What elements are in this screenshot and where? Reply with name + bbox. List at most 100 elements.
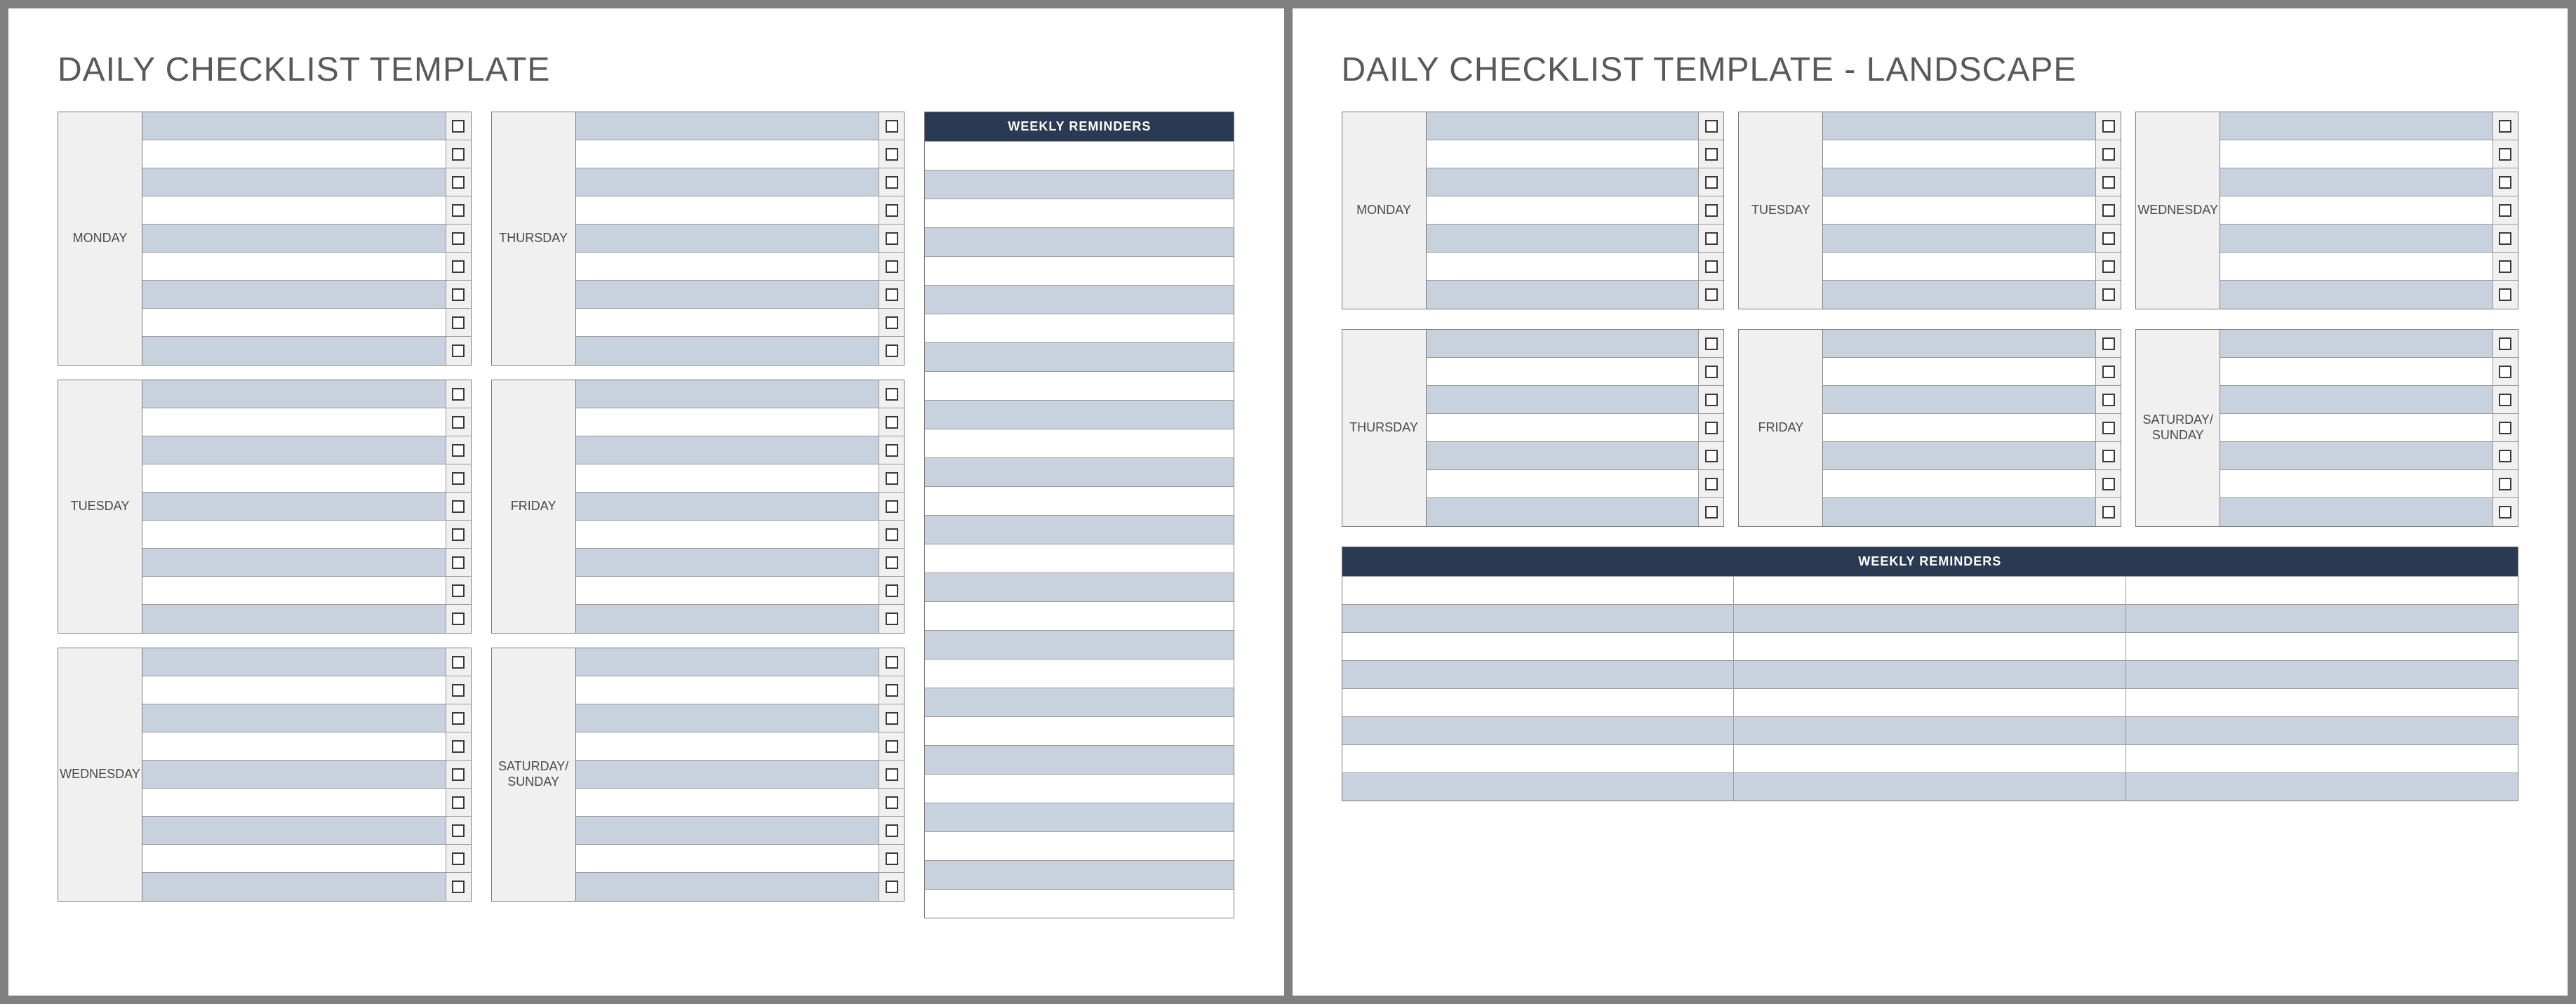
- task-cell[interactable]: [2220, 470, 2492, 497]
- task-cell[interactable]: [1823, 386, 2095, 413]
- checkbox-icon[interactable]: [2102, 506, 2115, 518]
- checkbox-icon[interactable]: [1705, 176, 1718, 189]
- checkbox-icon[interactable]: [2499, 176, 2511, 189]
- task-cell[interactable]: [1427, 225, 1699, 252]
- checkbox-icon[interactable]: [2499, 288, 2511, 301]
- checkbox-icon[interactable]: [452, 500, 465, 513]
- task-cell[interactable]: [1823, 414, 2095, 441]
- task-cell[interactable]: [142, 380, 446, 408]
- reminder-row[interactable]: [925, 400, 1234, 429]
- checkbox-icon[interactable]: [886, 556, 898, 569]
- task-cell[interactable]: [142, 648, 446, 676]
- reminder-row[interactable]: [925, 371, 1234, 400]
- reminder-cell[interactable]: [1342, 717, 1735, 744]
- task-cell[interactable]: [576, 168, 879, 196]
- checkbox-icon[interactable]: [2499, 120, 2511, 133]
- task-cell[interactable]: [576, 732, 879, 760]
- reminder-cell[interactable]: [1342, 577, 1735, 604]
- task-cell[interactable]: [2220, 225, 2492, 252]
- checkbox-icon[interactable]: [886, 344, 898, 357]
- checkbox-icon[interactable]: [886, 500, 898, 513]
- reminder-cell[interactable]: [2126, 661, 2518, 688]
- task-cell[interactable]: [2220, 358, 2492, 385]
- task-cell[interactable]: [2220, 414, 2492, 441]
- checkbox-icon[interactable]: [2102, 148, 2115, 161]
- checkbox-icon[interactable]: [452, 768, 465, 781]
- checkbox-icon[interactable]: [1705, 337, 1718, 350]
- task-cell[interactable]: [1427, 414, 1699, 441]
- task-cell[interactable]: [1823, 281, 2095, 309]
- reminder-cell[interactable]: [1734, 661, 2126, 688]
- reminder-row[interactable]: [925, 314, 1234, 342]
- task-cell[interactable]: [142, 408, 446, 436]
- checkbox-icon[interactable]: [886, 796, 898, 809]
- task-cell[interactable]: [576, 704, 879, 732]
- task-cell[interactable]: [2220, 386, 2492, 413]
- reminder-row[interactable]: [925, 716, 1234, 745]
- checkbox-icon[interactable]: [886, 712, 898, 725]
- reminder-row[interactable]: [925, 659, 1234, 688]
- checkbox-icon[interactable]: [2499, 478, 2511, 490]
- task-cell[interactable]: [576, 380, 879, 408]
- checkbox-icon[interactable]: [1705, 394, 1718, 406]
- task-cell[interactable]: [2220, 330, 2492, 357]
- reminder-cell[interactable]: [1342, 689, 1735, 716]
- task-cell[interactable]: [576, 309, 879, 336]
- reminder-cell[interactable]: [1734, 745, 2126, 772]
- reminder-row[interactable]: [925, 285, 1234, 314]
- task-cell[interactable]: [576, 408, 879, 436]
- task-cell[interactable]: [142, 112, 446, 140]
- checkbox-icon[interactable]: [886, 613, 898, 625]
- checkbox-icon[interactable]: [452, 416, 465, 429]
- reminder-row[interactable]: [925, 515, 1234, 544]
- checkbox-icon[interactable]: [452, 344, 465, 357]
- checkbox-icon[interactable]: [2499, 422, 2511, 434]
- checkbox-icon[interactable]: [2499, 148, 2511, 161]
- checkbox-icon[interactable]: [886, 232, 898, 245]
- task-cell[interactable]: [142, 845, 446, 872]
- checkbox-icon[interactable]: [452, 556, 465, 569]
- reminder-row[interactable]: [925, 630, 1234, 659]
- checkbox-icon[interactable]: [1705, 366, 1718, 378]
- task-cell[interactable]: [1823, 358, 2095, 385]
- task-cell[interactable]: [142, 704, 446, 732]
- checkbox-icon[interactable]: [1705, 120, 1718, 133]
- task-cell[interactable]: [142, 337, 446, 365]
- reminder-cell[interactable]: [1734, 689, 2126, 716]
- task-cell[interactable]: [1427, 442, 1699, 469]
- checkbox-icon[interactable]: [452, 528, 465, 541]
- task-cell[interactable]: [576, 112, 879, 140]
- checkbox-icon[interactable]: [2499, 337, 2511, 350]
- task-cell[interactable]: [142, 761, 446, 788]
- reminder-cell[interactable]: [2126, 717, 2518, 744]
- checkbox-icon[interactable]: [886, 120, 898, 133]
- task-cell[interactable]: [1823, 470, 2095, 497]
- checkbox-icon[interactable]: [2102, 288, 2115, 301]
- checkbox-icon[interactable]: [2102, 478, 2115, 490]
- checkbox-icon[interactable]: [886, 824, 898, 837]
- checkbox-icon[interactable]: [886, 472, 898, 485]
- task-cell[interactable]: [1427, 330, 1699, 357]
- reminder-cell[interactable]: [1342, 661, 1735, 688]
- checkbox-icon[interactable]: [886, 176, 898, 189]
- reminder-row[interactable]: [925, 774, 1234, 803]
- task-cell[interactable]: [576, 873, 879, 901]
- checkbox-icon[interactable]: [886, 204, 898, 217]
- checkbox-icon[interactable]: [886, 684, 898, 697]
- task-cell[interactable]: [142, 577, 446, 604]
- task-cell[interactable]: [2220, 253, 2492, 280]
- task-cell[interactable]: [576, 549, 879, 576]
- checkbox-icon[interactable]: [2499, 204, 2511, 217]
- checkbox-icon[interactable]: [886, 768, 898, 781]
- checkbox-icon[interactable]: [886, 416, 898, 429]
- checkbox-icon[interactable]: [452, 148, 465, 161]
- checkbox-icon[interactable]: [2102, 204, 2115, 217]
- checkbox-icon[interactable]: [452, 684, 465, 697]
- checkbox-icon[interactable]: [2102, 260, 2115, 273]
- checkbox-icon[interactable]: [452, 260, 465, 273]
- reminder-cell[interactable]: [1734, 577, 2126, 604]
- reminder-cell[interactable]: [1342, 773, 1735, 801]
- checkbox-icon[interactable]: [1705, 506, 1718, 518]
- task-cell[interactable]: [142, 281, 446, 308]
- task-cell[interactable]: [576, 281, 879, 308]
